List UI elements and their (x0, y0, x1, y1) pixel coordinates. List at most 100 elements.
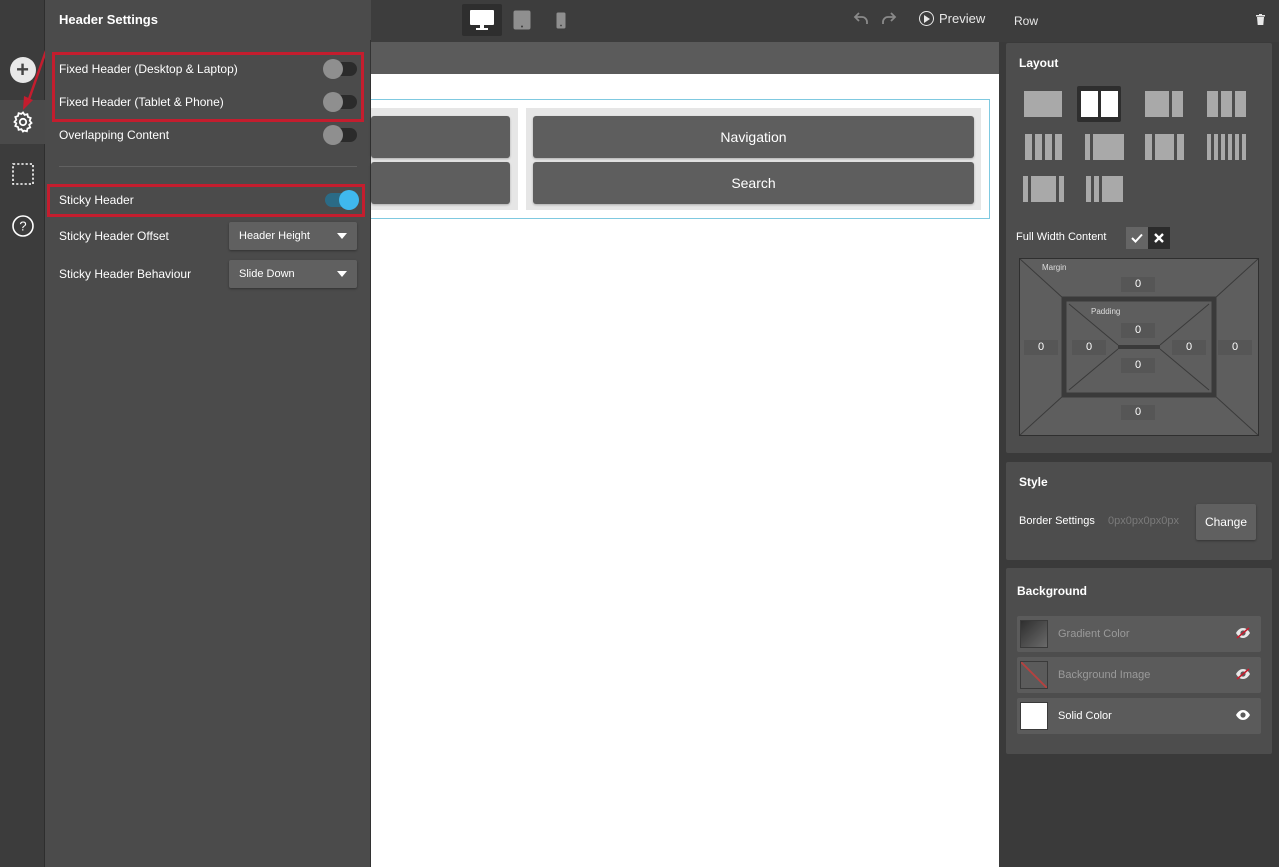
margin-label: Margin (1042, 263, 1067, 272)
eye-icon[interactable] (1235, 708, 1251, 722)
sticky-behaviour-select[interactable]: Slide Down (229, 260, 357, 288)
layout-2-col-wide-left[interactable] (1142, 86, 1186, 122)
search-element[interactable]: Search (533, 162, 974, 204)
gear-icon (12, 111, 33, 133)
page-canvas: Navigation Search (371, 74, 999, 867)
desktop-icon (470, 10, 494, 30)
tablet-icon (513, 10, 531, 30)
navigation-element[interactable]: Navigation (533, 116, 974, 158)
layout-side-wide[interactable] (1021, 171, 1065, 207)
overlapping-content-toggle[interactable] (323, 125, 357, 145)
padding-top-input[interactable]: 0 (1121, 323, 1155, 338)
top-toolbar: Preview (371, 0, 999, 42)
style-card: Style Border Settings 0px0px0px0px Chang… (1006, 462, 1272, 560)
question-icon: ? (11, 215, 34, 237)
sticky-behaviour-row: Sticky Header Behaviour Slide Down (59, 260, 357, 288)
layout-6-col[interactable] (1204, 129, 1248, 165)
solid-color-item[interactable]: Solid Color (1017, 698, 1261, 734)
svg-text:?: ? (19, 219, 26, 234)
sticky-offset-row: Sticky Header Offset Header Height (59, 222, 357, 250)
redo-button[interactable] (881, 10, 897, 31)
full-width-yes[interactable] (1126, 227, 1148, 249)
style-title: Style (1019, 475, 1048, 489)
layout-side-wide-side[interactable] (1082, 129, 1126, 165)
background-image-label: Background Image (1058, 669, 1151, 681)
gradient-color-label: Gradient Color (1058, 628, 1130, 640)
layout-card: Layout Full Width Content Margin Padding… (1006, 43, 1272, 453)
phone-icon (556, 12, 566, 28)
sticky-offset-value: Header Height (239, 230, 310, 242)
section-divider (59, 166, 357, 167)
layout-2-col[interactable] (1077, 86, 1121, 122)
select-area-button[interactable] (0, 152, 45, 196)
header-settings-panel: Header Settings Fixed Header (Desktop & … (45, 0, 371, 867)
gradient-color-item[interactable]: Gradient Color (1017, 616, 1261, 652)
eye-hidden-icon[interactable] (1235, 626, 1251, 640)
change-border-button[interactable]: Change (1196, 504, 1256, 540)
padding-label: Padding (1091, 307, 1121, 316)
gradient-swatch (1020, 620, 1048, 648)
left-rail: + ? (0, 0, 45, 867)
column-left[interactable] (371, 108, 518, 210)
redo-icon (882, 12, 897, 24)
preview-label: Preview (939, 11, 986, 26)
overlapping-content-row: Overlapping Content (59, 123, 357, 147)
check-icon (1131, 233, 1143, 243)
close-icon (1154, 233, 1164, 243)
desktop-view-button[interactable] (462, 4, 502, 36)
overlapping-content-label: Overlapping Content (59, 128, 170, 142)
undo-icon (853, 12, 868, 24)
help-button[interactable]: ? (0, 204, 45, 248)
background-card: Background Gradient Color Background Ima… (1006, 568, 1272, 754)
full-width-label: Full Width Content (1016, 231, 1107, 243)
margin-left-input[interactable]: 0 (1024, 340, 1058, 355)
margin-bottom-input[interactable]: 0 (1121, 405, 1155, 420)
right-panel-title: Row (1014, 14, 1039, 28)
margin-top-input[interactable]: 0 (1121, 277, 1155, 292)
border-settings-value: 0px0px0px0px (1108, 515, 1179, 527)
panel-title: Header Settings (59, 12, 158, 27)
header-row[interactable]: Navigation Search (371, 99, 990, 219)
padding-bottom-input[interactable]: 0 (1121, 358, 1155, 373)
phone-view-button[interactable] (549, 4, 573, 36)
layout-4-col[interactable] (1021, 129, 1065, 165)
layout-1-col[interactable] (1021, 86, 1065, 122)
preview-button[interactable]: Preview (919, 11, 985, 26)
background-image-item[interactable]: Background Image (1017, 657, 1261, 693)
right-panel-header: Row (999, 0, 1279, 42)
background-title: Background (1017, 584, 1088, 598)
solid-color-label: Solid Color (1058, 710, 1112, 722)
highlight-fixed-header (52, 52, 364, 122)
layout-title: Layout (1019, 56, 1059, 70)
solid-color-swatch (1020, 702, 1048, 730)
full-width-no[interactable] (1148, 227, 1170, 249)
layout-3-col[interactable] (1204, 86, 1248, 122)
tablet-view-button[interactable] (507, 4, 537, 36)
layout-narrow-wide-narrow[interactable] (1142, 129, 1186, 165)
navigation-label: Navigation (720, 129, 787, 145)
sticky-behaviour-value: Slide Down (239, 268, 295, 280)
highlight-sticky-header (47, 184, 365, 217)
chevron-down-icon (337, 271, 347, 277)
undo-button[interactable] (853, 10, 869, 31)
sticky-behaviour-label: Sticky Header Behaviour (59, 267, 192, 281)
no-image-swatch (1020, 661, 1048, 689)
layout-narrow-narrow-wide[interactable] (1082, 171, 1126, 207)
margin-right-input[interactable]: 0 (1218, 340, 1252, 355)
row-settings-panel: Row Layout Full Width Content Margin Pad… (999, 0, 1279, 867)
sticky-offset-select[interactable]: Header Height (229, 222, 357, 250)
trash-icon[interactable] (1256, 14, 1265, 25)
column-right[interactable]: Navigation Search (526, 108, 981, 210)
padding-left-input[interactable]: 0 (1072, 340, 1106, 355)
eye-hidden-icon[interactable] (1235, 667, 1251, 681)
border-settings-label: Border Settings (1019, 515, 1095, 527)
play-icon (919, 11, 934, 26)
padding-right-input[interactable]: 0 (1172, 340, 1206, 355)
dashed-selection-icon (11, 163, 34, 185)
sticky-offset-label: Sticky Header Offset (59, 229, 169, 243)
left-element-bottom[interactable] (371, 162, 510, 204)
box-model-editor: Margin Padding 0 0 0 0 0 0 0 0 (1019, 258, 1259, 436)
chevron-down-icon (337, 233, 347, 239)
search-label: Search (731, 175, 776, 191)
left-element-top[interactable] (371, 116, 510, 158)
